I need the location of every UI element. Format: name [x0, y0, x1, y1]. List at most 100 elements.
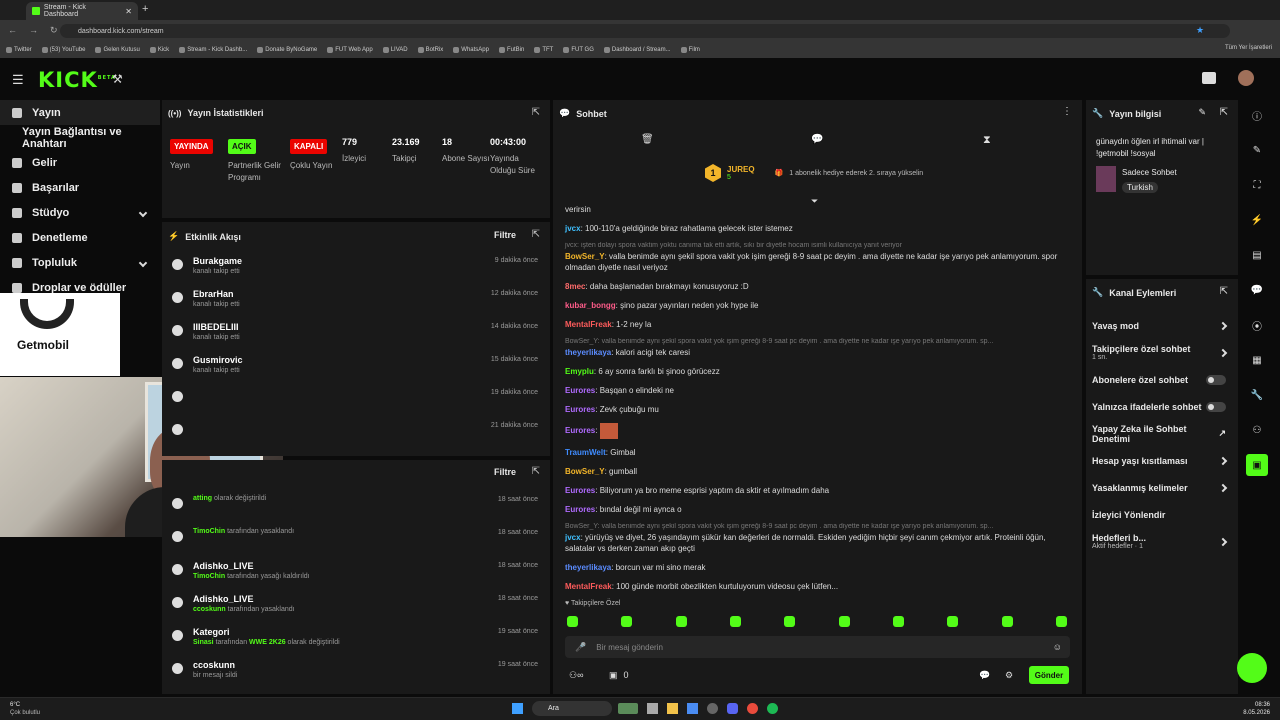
info-icon[interactable]: ⓘ — [1246, 104, 1268, 126]
chevron-down-icon[interactable] — [138, 258, 148, 267]
chat-username[interactable]: Emyplu — [565, 367, 594, 376]
chat-username[interactable]: Eurores — [565, 486, 595, 495]
clock[interactable]: 08:36 8.05.2026 — [1243, 701, 1270, 717]
app-icon[interactable] — [687, 703, 698, 714]
emote-icon[interactable] — [1001, 616, 1013, 627]
sidebar-item[interactable]: Stüdyo — [0, 200, 160, 225]
chevron-right-icon[interactable] — [1218, 321, 1228, 330]
sidebar-item[interactable]: Gelir — [0, 150, 160, 175]
popout-icon[interactable]: ⇱ — [532, 466, 540, 477]
emote-icon[interactable] — [838, 616, 850, 627]
app-icon[interactable] — [618, 703, 638, 714]
channel-action-row[interactable]: Hesap yaşı kısıtlaması — [1086, 447, 1238, 474]
chat-username[interactable]: MentalFreak — [565, 320, 612, 329]
activity-row[interactable]: IIIBEDELIII kanalı takip etti 14 dakika ön… — [162, 320, 550, 353]
bookmark-item[interactable]: FutBin — [498, 47, 524, 53]
chevron-right-icon[interactable] — [1218, 483, 1228, 492]
activity-row[interactable]: 21 dakika önce — [162, 419, 550, 452]
emoji-icon[interactable]: ☺ — [1053, 642, 1062, 652]
avatar[interactable] — [1238, 70, 1254, 86]
send-button[interactable]: Gönder — [1029, 666, 1069, 684]
chat-more-icon[interactable]: ⋮ — [1062, 106, 1072, 117]
forward-icon[interactable]: → — [29, 25, 38, 36]
wrench-icon[interactable]: 🔧 — [1246, 384, 1268, 406]
emote-icon[interactable] — [729, 616, 741, 627]
all-bookmarks[interactable]: Tüm Yer İşaretleri — [1225, 45, 1272, 51]
emote-icon[interactable] — [675, 616, 687, 627]
sidebar-item[interactable]: Yayın Bağlantısı ve Anahtarı — [0, 125, 160, 150]
chat-username[interactable]: theyerlikaya — [565, 563, 611, 572]
chat-message[interactable]: Emyplu: 6 ay sonra farklı bi şinoo görüc… — [553, 366, 1082, 377]
chat-input[interactable]: 🎤 Bir mesaj gönderin ☺ — [565, 636, 1070, 658]
channel-action-row[interactable]: İzleyici Yönlendir — [1086, 501, 1238, 528]
bookmark-item[interactable]: TFT — [534, 47, 553, 53]
modlog-row[interactable]: Adishko_LIVE TimoChin tarafından yasağı k… — [162, 559, 550, 592]
edit-icon[interactable]: ✎ — [1198, 107, 1206, 118]
chat-message[interactable]: Eurores: Biliyorum ya bro meme esprisi y… — [553, 485, 1082, 496]
chat-icon-small[interactable]: 💬 — [979, 670, 990, 681]
bookmark-item[interactable]: Stream - Kick Dashb... — [179, 47, 247, 53]
broadcast-icon[interactable]: ⦿ — [1246, 314, 1268, 336]
chat-username[interactable]: theyerlikaya — [565, 348, 611, 357]
external-link-icon[interactable]: ↗ — [1218, 428, 1226, 439]
modlog-row[interactable]: Adishko_LIVE ccoskunn tarafından yasaklan… — [162, 592, 550, 625]
bookmark-item[interactable]: FUT Web App — [327, 47, 373, 53]
chrome-icon[interactable] — [747, 703, 758, 714]
chat-message[interactable]: BowSer_Y: valla benimde aynı şekil spora… — [553, 251, 1082, 273]
chat-icon[interactable]: 💬 — [1246, 279, 1268, 301]
channel-action-row[interactable]: Yavaş mod — [1086, 312, 1238, 339]
kick-logo[interactable]: KICKBETA — [38, 68, 116, 92]
users-icon[interactable]: ⚇∞ — [569, 670, 583, 681]
creator-icon[interactable] — [1202, 72, 1216, 84]
sidebar-item[interactable]: Yayın — [0, 100, 160, 125]
bookmark-item[interactable]: LIVAD — [382, 47, 408, 53]
channel-action-row[interactable]: Yapay Zeka ile Sohbet Denetimi ↗ — [1086, 420, 1238, 447]
bookmark-item[interactable]: BotRix — [417, 47, 443, 53]
chat-username[interactable]: Eurores — [565, 426, 595, 435]
channel-action-row[interactable]: Yalnızca ifadelerle sohbet — [1086, 393, 1238, 420]
chat-username[interactable]: BowSer_Y — [565, 467, 605, 476]
chevron-right-icon[interactable] — [1218, 537, 1228, 546]
address-bar[interactable]: dashboard.kick.com/stream — [60, 24, 1230, 38]
modlog-row[interactable]: ccoskunn bir mesajı sildi 19 saat önce — [162, 658, 550, 691]
emote-icon[interactable] — [784, 616, 796, 627]
modlog-row[interactable]: atting olarak değiştirildi 18 saat önce — [162, 493, 550, 526]
tools-icon[interactable]: ⚒ — [112, 72, 123, 86]
toggle-switch[interactable] — [1206, 401, 1226, 412]
fullscreen-icon[interactable]: ⛶ — [1246, 174, 1268, 196]
chat-username[interactable]: kubar_bongg — [565, 301, 616, 310]
emote-icon[interactable] — [1055, 616, 1067, 627]
emote-icon[interactable] — [567, 616, 578, 627]
sidebar-item[interactable]: Topluluk — [0, 250, 160, 275]
chat-username[interactable]: MentalFreak — [565, 582, 612, 591]
chat-message[interactable]: kubar_bongg: şino pazar yayınları neden … — [553, 300, 1082, 311]
app-icon[interactable] — [707, 703, 718, 714]
bolt-icon[interactable]: ⚡ — [1246, 209, 1268, 231]
reload-icon[interactable]: ↻ — [50, 25, 58, 36]
popout-icon[interactable]: ⇱ — [1220, 107, 1228, 118]
bookmark-item[interactable]: Donate ByNoGame — [257, 47, 317, 53]
chat-username[interactable]: 8mec — [565, 282, 585, 291]
modlog-row[interactable]: TimoChin tarafından yasaklandı 18 saat ön… — [162, 526, 550, 559]
bookmark-item[interactable]: (53) YouTube — [41, 47, 85, 53]
menu-icon[interactable]: ☰ — [12, 72, 24, 88]
list-icon[interactable]: ▤ — [1246, 244, 1268, 266]
chat-message[interactable]: Eurores: Başqan o elindeki ne — [553, 385, 1082, 396]
emote-icon[interactable] — [621, 616, 633, 627]
chat-username[interactable]: Eurores — [565, 505, 595, 514]
bookmark-item[interactable]: Gelen Kutusu — [95, 47, 140, 53]
channel-action-row[interactable]: Abonelere özel sohbet — [1086, 366, 1238, 393]
chat-icon[interactable]: 💬 — [811, 134, 823, 145]
close-tab-icon[interactable]: ✕ — [125, 7, 132, 16]
emote-icon[interactable] — [947, 616, 959, 627]
trash-icon[interactable]: 🗑 — [641, 134, 654, 145]
chat-message[interactable]: BowSer_Y: gumball — [553, 466, 1082, 477]
sidebar-item[interactable]: Denetleme — [0, 225, 160, 250]
app-icon[interactable] — [647, 703, 658, 714]
bookmark-star-icon[interactable]: ★ — [1196, 25, 1204, 36]
emote-icon[interactable] — [892, 616, 904, 627]
chat-username[interactable]: jvcx — [565, 224, 581, 233]
chat-message[interactable]: Eurores: bındal değil mi aynca o — [553, 504, 1082, 515]
bookmark-item[interactable]: Dashboard / Stream... — [603, 47, 671, 53]
modlog-row[interactable]: Kategori Sinasi tarafından WWE 2K26 olara… — [162, 625, 550, 658]
